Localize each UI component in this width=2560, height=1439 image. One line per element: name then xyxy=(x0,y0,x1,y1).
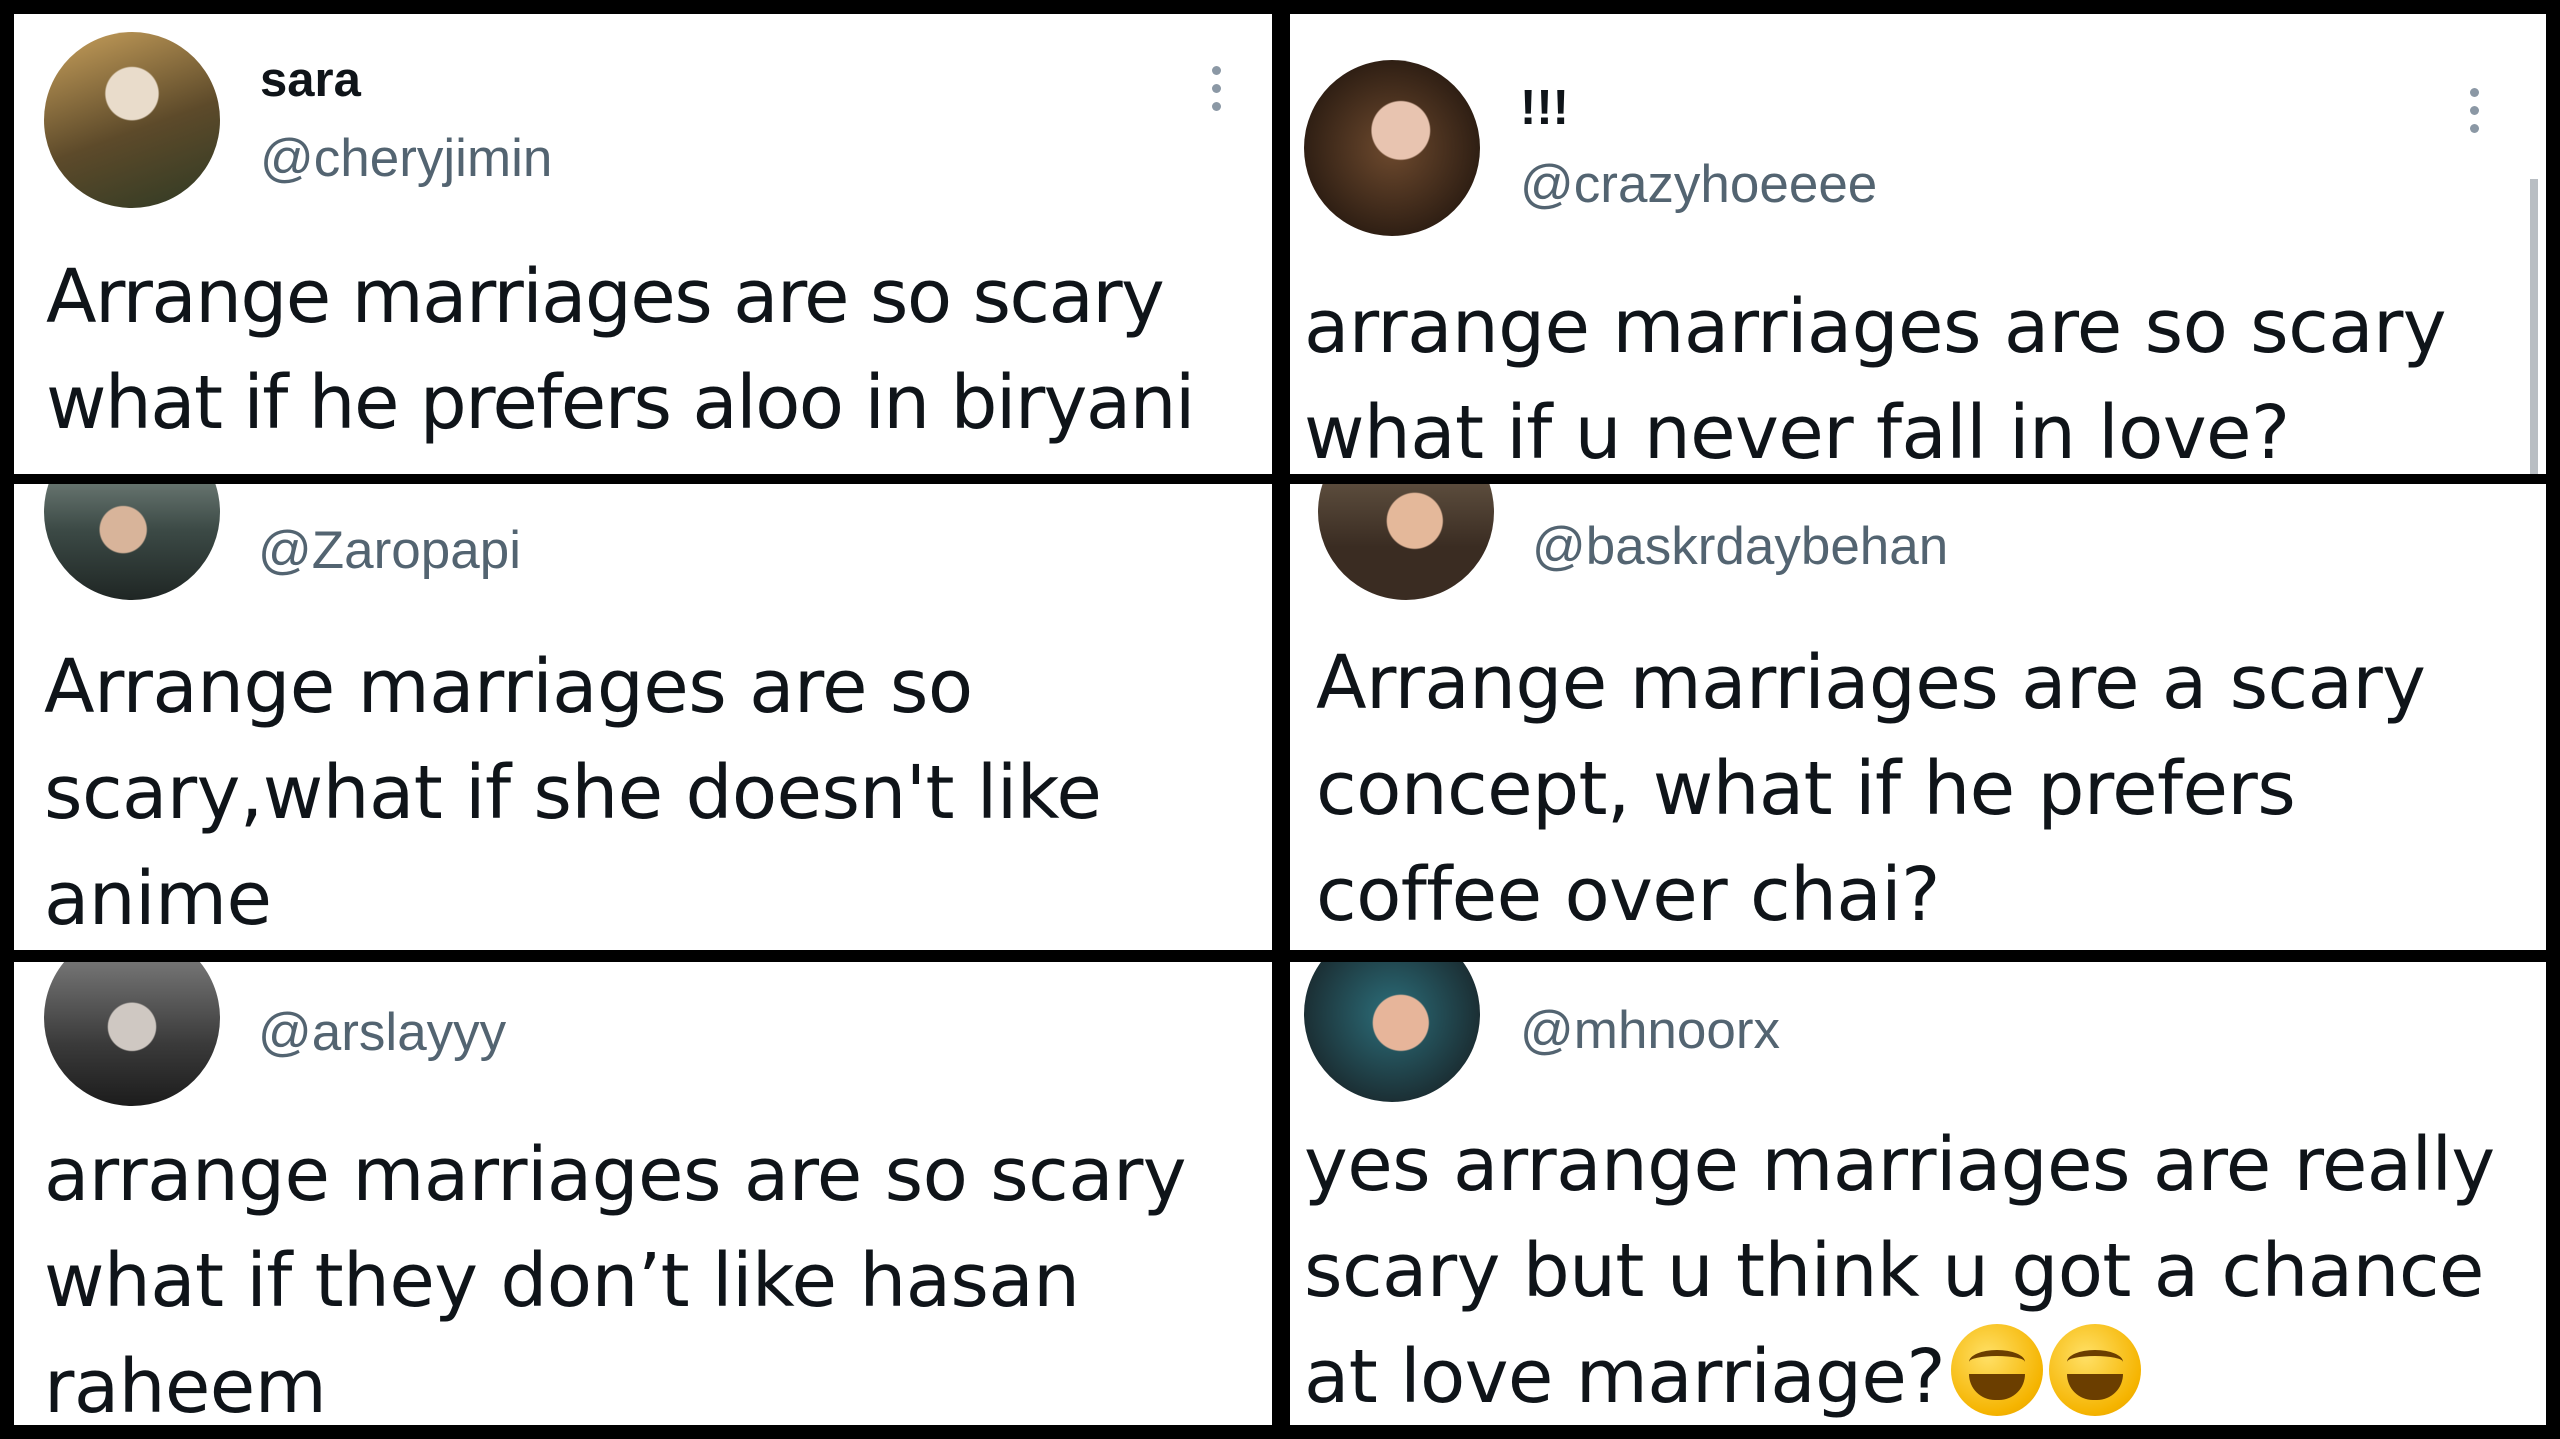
tweet-card-6[interactable]: @mhnoorx yes arrange marriages are reall… xyxy=(1290,962,2546,1425)
tweet-line: what if they don’t like hasan xyxy=(44,1238,1080,1324)
user-handle[interactable]: @cheryjimin xyxy=(260,132,552,185)
avatar[interactable] xyxy=(1318,484,1494,600)
tweet-text: arrange marriages are so scary what if u… xyxy=(1304,274,2447,474)
user-handle[interactable]: @arslayyy xyxy=(258,1006,506,1059)
tweet-line: Arrange marriages are so xyxy=(44,644,973,730)
tweet-line: raheem xyxy=(44,1344,327,1425)
tweet-line: scary but u think u got a chance xyxy=(1304,1228,2484,1314)
tweet-line: arrange marriages are so scary xyxy=(1304,284,2447,370)
tweet-line: at love marriage? xyxy=(1304,1334,1946,1420)
tweet-text: yes arrange marriages are really scary b… xyxy=(1304,1112,2495,1425)
user-handle[interactable]: @crazyhoeeee xyxy=(1520,158,1877,211)
tweet-line: what if he prefers aloo in biryani xyxy=(46,360,1195,446)
user-handle[interactable]: @mhnoorx xyxy=(1520,1004,1780,1057)
tweet-card-5[interactable]: @arslayyy arrange marriages are so scary… xyxy=(14,962,1272,1425)
display-name[interactable]: !!! xyxy=(1520,84,1569,133)
tweet-card-3[interactable]: @Zaropapi Arrange marriages are so scary… xyxy=(14,484,1272,950)
scrollbar[interactable] xyxy=(2530,179,2538,474)
avatar[interactable] xyxy=(1304,60,1480,236)
more-options-icon[interactable] xyxy=(1212,66,1222,120)
tweet-line: scary,what if she doesn't like xyxy=(44,750,1102,836)
avatar[interactable] xyxy=(1304,962,1480,1102)
tweet-line: yes arrange marriages are really xyxy=(1304,1122,2495,1208)
tweet-card-1[interactable]: sara @cheryjimin Arrange marriages are s… xyxy=(14,14,1272,474)
more-options-icon[interactable] xyxy=(2470,88,2480,142)
avatar[interactable] xyxy=(44,962,220,1106)
avatar[interactable] xyxy=(44,32,220,208)
tweet-line: arrange marriages are so scary xyxy=(44,1132,1187,1218)
grinning-squinting-face-icon xyxy=(2049,1324,2142,1416)
display-name[interactable]: sara xyxy=(260,56,361,105)
tweet-text: arrange marriages are so scary what if t… xyxy=(44,1122,1187,1425)
tweet-line: concept, what if he prefers xyxy=(1316,746,2296,832)
tweet-line: Arrange marriages are so scary xyxy=(46,254,1165,340)
tweet-text: Arrange marriages are a scary concept, w… xyxy=(1316,630,2426,948)
user-handle[interactable]: @Zaropapi xyxy=(258,524,521,577)
tweet-card-4[interactable]: @baskrdaybehan Arrange marriages are a s… xyxy=(1290,484,2546,950)
avatar[interactable] xyxy=(44,484,220,600)
tweet-text: Arrange marriages are so scary what if h… xyxy=(46,244,1195,456)
tweet-line: anime xyxy=(44,856,272,942)
tweet-text: Arrange marriages are so scary,what if s… xyxy=(44,634,1102,950)
tweet-line: coffee over chai? xyxy=(1316,852,1940,938)
tweet-line: what if u never fall in love? xyxy=(1304,390,2290,474)
tweet-card-2[interactable]: !!! @crazyhoeeee arrange marriages are s… xyxy=(1290,14,2546,474)
grinning-squinting-face-icon xyxy=(1951,1324,2044,1416)
tweet-line: Arrange marriages are a scary xyxy=(1316,640,2426,726)
user-handle[interactable]: @baskrdaybehan xyxy=(1532,520,1948,573)
